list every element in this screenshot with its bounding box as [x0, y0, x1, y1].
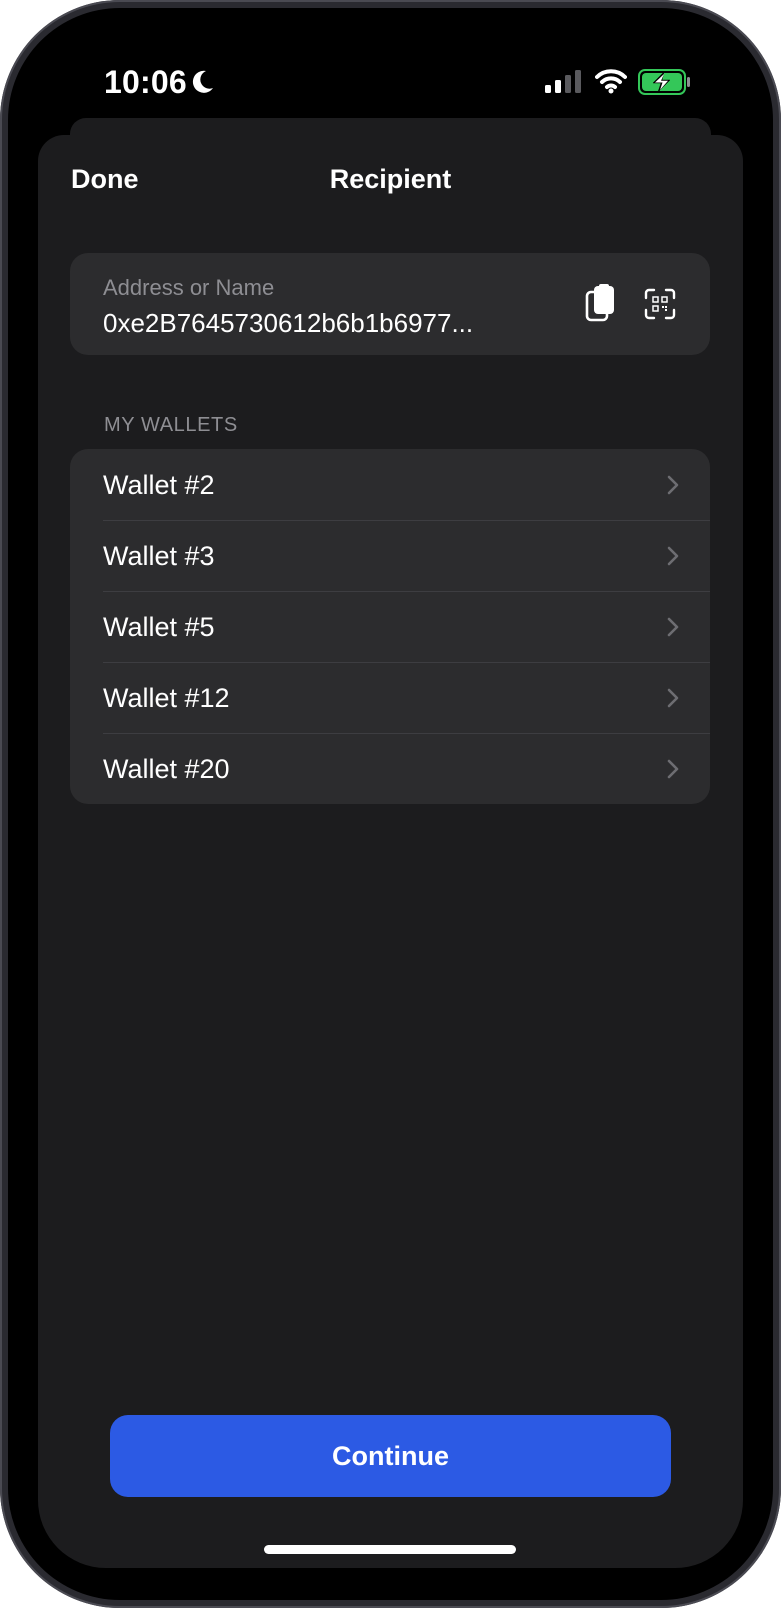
wallet-row[interactable]: Wallet #20 — [70, 733, 710, 804]
wallet-label: Wallet #3 — [103, 541, 215, 571]
wallet-label: Wallet #20 — [103, 754, 230, 784]
address-input[interactable]: 0xe2B7645730612b6b1b6977... — [103, 307, 473, 339]
qr-scan-icon[interactable] — [644, 288, 676, 320]
home-indicator[interactable] — [264, 1545, 516, 1554]
address-field[interactable]: Address or Name 0xe2B7645730612b6b1b6977… — [70, 253, 710, 355]
continue-button[interactable]: Continue — [110, 1415, 671, 1497]
wallet-label: Wallet #5 — [103, 612, 215, 642]
chevron-right-icon — [667, 546, 679, 566]
battery-charging-icon — [638, 69, 690, 95]
wallet-label: Wallet #12 — [103, 683, 230, 713]
my-wallets-header: MY WALLETS — [104, 414, 238, 436]
wallet-row[interactable]: Wallet #5 — [70, 591, 710, 662]
signal-icon — [545, 70, 581, 93]
status-bar: 10:06 — [0, 0, 781, 120]
chevron-right-icon — [667, 688, 679, 708]
wallet-list: Wallet #2 Wallet #3 Wallet #5 Wallet #12… — [70, 449, 710, 804]
moon-icon — [192, 70, 213, 93]
chevron-right-icon — [667, 759, 679, 779]
wallet-label: Wallet #2 — [103, 470, 215, 500]
wallet-row[interactable]: Wallet #2 — [70, 449, 710, 520]
recipient-sheet: Done Recipient Address or Name 0xe2B7645… — [38, 135, 743, 1568]
wifi-icon — [595, 69, 627, 94]
wallet-row[interactable]: Wallet #3 — [70, 520, 710, 591]
paste-icon[interactable] — [584, 284, 616, 324]
chevron-right-icon — [667, 617, 679, 637]
wallet-row[interactable]: Wallet #12 — [70, 662, 710, 733]
status-time: 10:06 — [104, 64, 187, 100]
address-field-label: Address or Name — [103, 275, 275, 300]
chevron-right-icon — [667, 475, 679, 495]
page-title: Recipient — [329, 164, 452, 194]
